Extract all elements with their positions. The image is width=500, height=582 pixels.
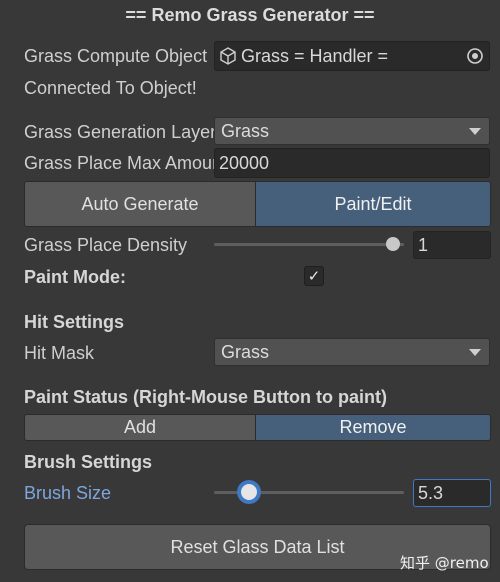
- chevron-down-icon: [469, 128, 481, 135]
- paint-mode-label: Paint Mode:: [24, 267, 126, 287]
- tab-add[interactable]: Add: [24, 414, 256, 441]
- density-label: Grass Place Density: [24, 235, 188, 255]
- target-icon[interactable]: [466, 47, 484, 65]
- density-input[interactable]: 1: [413, 231, 491, 259]
- place-max-input[interactable]: 20000: [214, 148, 490, 178]
- generation-layer-value: Grass: [221, 121, 270, 141]
- compute-object-value: Grass = Handler =: [241, 46, 389, 66]
- brush-size-label: Brush Size: [24, 483, 112, 503]
- density-slider-track[interactable]: [214, 243, 404, 246]
- connection-status: Connected To Object!: [24, 78, 197, 98]
- watermark: 知乎 @remo: [400, 554, 489, 572]
- density-slider-thumb[interactable]: [386, 237, 400, 251]
- hit-mask-value: Grass: [221, 342, 270, 362]
- tab-paint-edit[interactable]: Paint/Edit: [255, 181, 491, 227]
- panel-title: == Remo Grass Generator ==: [125, 5, 375, 25]
- compute-object-field[interactable]: Grass = Handler =: [214, 41, 490, 71]
- generation-layer-dropdown[interactable]: Grass: [214, 117, 490, 145]
- brush-settings-heading: Brush Settings: [24, 452, 153, 472]
- brush-size-slider-thumb[interactable]: [241, 484, 258, 500]
- chevron-down-icon: [469, 349, 481, 356]
- cube-icon: [220, 47, 236, 65]
- hit-mask-label: Hit Mask: [24, 343, 95, 363]
- generation-layer-label: Grass Generation Layer: [24, 122, 214, 142]
- tab-auto-generate[interactable]: Auto Generate: [24, 181, 256, 227]
- tab-remove[interactable]: Remove: [255, 414, 491, 441]
- brush-size-input[interactable]: 5.3: [413, 479, 491, 507]
- paint-status-heading: Paint Status (Right-Mouse Button to pain…: [24, 387, 387, 407]
- hit-settings-heading: Hit Settings: [24, 312, 125, 332]
- paint-mode-checkbox[interactable]: ✓: [304, 266, 324, 286]
- hit-mask-dropdown[interactable]: Grass: [214, 338, 490, 366]
- place-max-label: Grass Place Max Amount: [24, 153, 214, 173]
- inspector-panel: == Remo Grass Generator == Grass Compute…: [0, 0, 500, 582]
- checkmark-icon: ✓: [307, 267, 321, 285]
- compute-object-label: Grass Compute Object: [24, 46, 208, 66]
